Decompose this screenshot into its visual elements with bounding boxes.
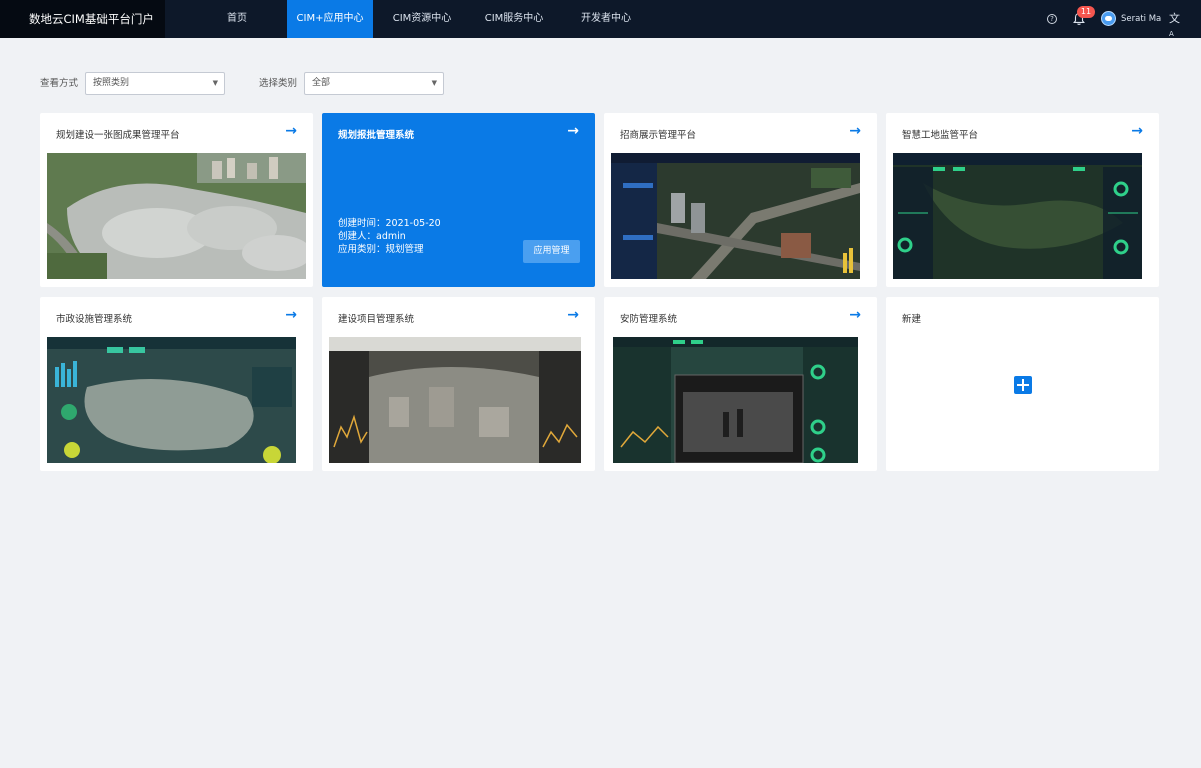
arrow-right-icon[interactable]: → bbox=[285, 124, 297, 138]
thumbnail-image bbox=[611, 153, 860, 279]
card-title: 规划报批管理系统 bbox=[338, 130, 415, 141]
top-navbar: 数地云CIM基础平台门户 首页 CIM+应用中心 CIM资源中心 CIM服务中心… bbox=[0, 0, 1201, 38]
arrow-right-icon[interactable]: → bbox=[849, 308, 861, 322]
card-title: 智慧工地监管平台 bbox=[902, 130, 979, 141]
nav-developer-center[interactable]: 开发者中心 bbox=[571, 0, 641, 38]
caret-down-icon: ▼ bbox=[212, 79, 218, 87]
caret-down-icon: ▼ bbox=[431, 79, 437, 87]
card-title: 市政设施管理系统 bbox=[56, 314, 133, 325]
nav-cim-service-center[interactable]: CIM服务中心 bbox=[475, 0, 553, 38]
app-card-smart-site[interactable]: 智慧工地监管平台 → bbox=[886, 113, 1159, 287]
card-title: 安防管理系统 bbox=[620, 314, 678, 325]
thumbnail-image bbox=[329, 337, 581, 463]
category-select[interactable]: 全部 ▼ bbox=[304, 72, 444, 95]
app-card-municipal-facility[interactable]: 市政设施管理系统 → bbox=[40, 297, 313, 471]
app-category: 应用类别：规划管理 bbox=[338, 244, 424, 255]
app-card-security[interactable]: 安防管理系统 → bbox=[604, 297, 877, 471]
user-name[interactable]: Serati Ma bbox=[1121, 0, 1161, 38]
card-title: 新建 bbox=[902, 314, 922, 325]
category-label: 选择类别 bbox=[259, 78, 298, 89]
app-card-planning-approval[interactable]: 规划报批管理系统 → 创建时间：2021-05-20 创建人：admin 应用类… bbox=[322, 113, 595, 287]
app-card-construction-project[interactable]: 建设项目管理系统 → bbox=[322, 297, 595, 471]
category-value: 全部 bbox=[312, 78, 331, 88]
arrow-right-icon[interactable]: → bbox=[285, 308, 297, 322]
view-mode-value: 按照类别 bbox=[93, 78, 130, 88]
app-manage-button[interactable]: 应用管理 bbox=[523, 240, 580, 263]
app-card-new[interactable]: 新建 bbox=[886, 297, 1159, 471]
user-avatar[interactable] bbox=[1101, 11, 1116, 26]
arrow-right-icon[interactable]: → bbox=[1131, 124, 1143, 138]
card-title: 规划建设一张图成果管理平台 bbox=[56, 130, 180, 141]
arrow-right-icon[interactable]: → bbox=[849, 124, 861, 138]
notification-badge: 11 bbox=[1077, 6, 1095, 18]
arrow-right-icon[interactable]: → bbox=[567, 308, 579, 322]
nav-cim-app-center[interactable]: CIM+应用中心 bbox=[287, 0, 373, 38]
question-circle-icon[interactable]: ? bbox=[1047, 14, 1057, 24]
nav-cim-resource-center[interactable]: CIM资源中心 bbox=[383, 0, 461, 38]
card-title: 建设项目管理系统 bbox=[338, 314, 415, 325]
creator: 创建人：admin bbox=[338, 231, 406, 242]
thumbnail-image bbox=[613, 337, 858, 463]
nav-home[interactable]: 首页 bbox=[207, 0, 267, 38]
card-title: 招商展示管理平台 bbox=[620, 130, 697, 141]
app-card-investment-display[interactable]: 招商展示管理平台 → bbox=[604, 113, 877, 287]
view-mode-label: 查看方式 bbox=[40, 78, 79, 89]
thumbnail-image bbox=[47, 337, 296, 463]
plus-icon[interactable] bbox=[1014, 376, 1032, 394]
arrow-right-icon[interactable]: → bbox=[567, 124, 579, 138]
translate-icon[interactable]: 文A bbox=[1169, 12, 1183, 38]
app-card-planning-blueprint[interactable]: 规划建设一张图成果管理平台 → bbox=[40, 113, 313, 287]
thumbnail-image bbox=[47, 153, 306, 279]
view-mode-select[interactable]: 按照类别 ▼ bbox=[85, 72, 225, 95]
app-title[interactable]: 数地云CIM基础平台门户 bbox=[0, 0, 165, 38]
created-time: 创建时间：2021-05-20 bbox=[338, 218, 441, 229]
thumbnail-image bbox=[893, 153, 1142, 279]
